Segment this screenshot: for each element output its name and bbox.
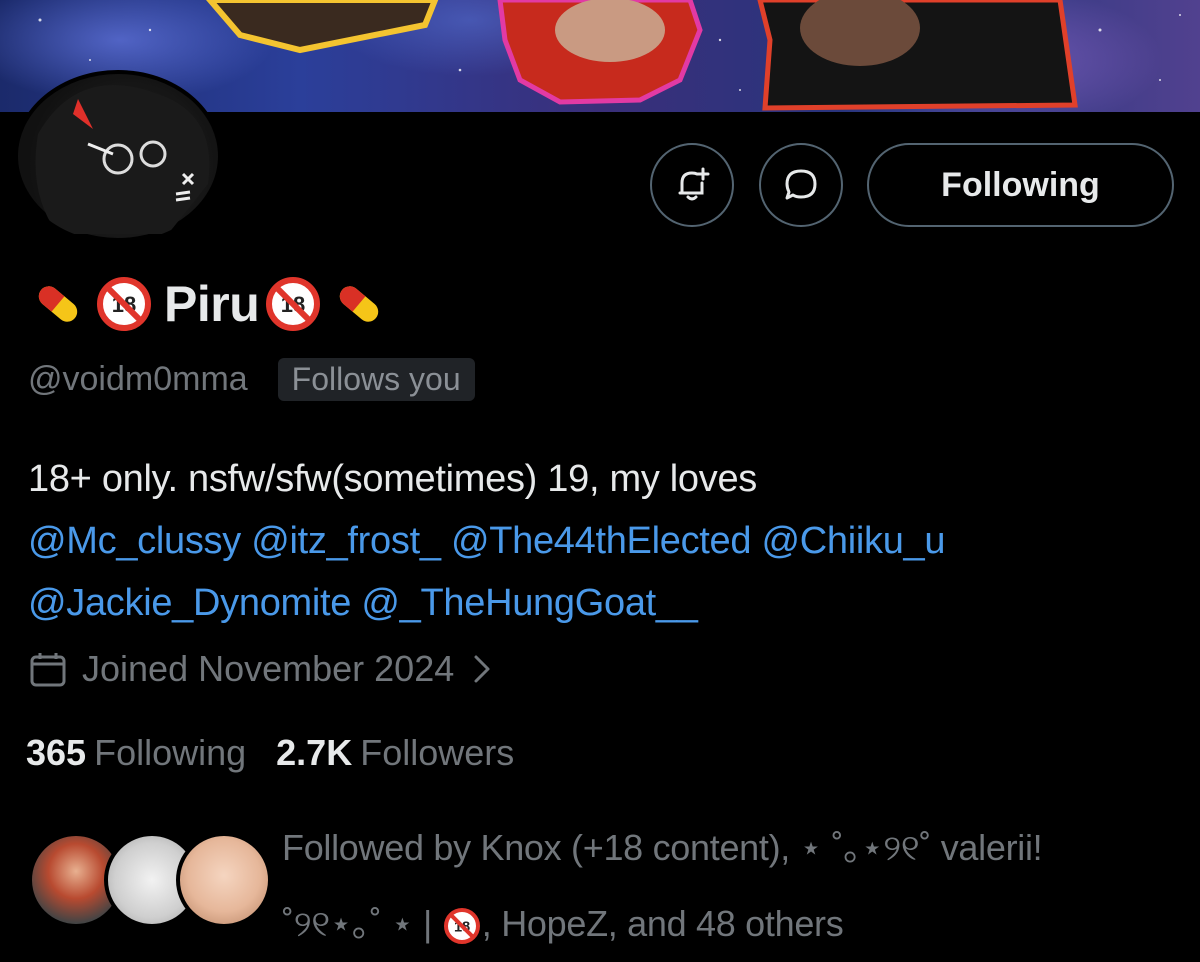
mention-link[interactable]: @Chiiku_u bbox=[761, 520, 945, 562]
chevron-right-icon bbox=[474, 655, 490, 683]
bio-line-1: 18+ only. nsfw/sfw(sometimes) 19, my lov… bbox=[28, 448, 1178, 510]
mention-link[interactable]: @Jackie_Dynomite bbox=[28, 582, 351, 624]
bell-plus-icon bbox=[678, 167, 710, 201]
followed-by-prefix: ˚୨୧⋆｡˚ ⋆ | bbox=[282, 903, 433, 944]
user-handle: @voidm0mma bbox=[28, 360, 248, 398]
bio-line-2: @Mc_clussy @itz_frost_ @The44thElected @… bbox=[28, 510, 1178, 572]
mention-link[interactable]: @itz_frost_ bbox=[251, 520, 441, 562]
following-button[interactable]: Following bbox=[867, 143, 1174, 227]
display-name: Piru bbox=[164, 276, 260, 332]
followers-count-link[interactable]: 2.7K Followers bbox=[276, 732, 514, 774]
pill-icon bbox=[38, 286, 78, 322]
joined-date-text: Joined November 2024 bbox=[82, 648, 455, 689]
pill-icon bbox=[340, 286, 379, 322]
following-count: 365 bbox=[26, 732, 87, 773]
profile-bio: 18+ only. nsfw/sfw(sometimes) 19, my lov… bbox=[28, 448, 1178, 634]
bio-text: 18+ only. nsfw/sfw(sometimes) 19, my lov… bbox=[28, 458, 757, 500]
display-name-row: 18 Piru 18 bbox=[28, 272, 395, 336]
following-count-link[interactable]: 365 Following bbox=[26, 732, 246, 774]
bio-line-3: @Jackie_Dynomite @_TheHungGoat__ bbox=[28, 572, 1178, 634]
calendar-icon bbox=[30, 653, 66, 687]
followed-by-line-2: ˚୨୧⋆｡˚ ⋆ | 18 , HopeZ, and 48 others bbox=[282, 886, 1182, 962]
following-count-label: Following bbox=[94, 732, 247, 773]
followed-by-line-1: Followed by Knox (+18 content), ⋆ ˚｡⋆୨୧˚… bbox=[282, 827, 1043, 868]
avatar-image bbox=[18, 74, 218, 238]
message-button[interactable] bbox=[759, 143, 843, 227]
mention-link[interactable]: @The44thElected bbox=[451, 520, 752, 562]
notifications-button[interactable] bbox=[650, 143, 734, 227]
joined-date-row[interactable]: Joined November 2024 bbox=[28, 648, 512, 690]
no-under-18-icon: 18 bbox=[266, 277, 321, 331]
followed-by-avatars[interactable] bbox=[28, 832, 272, 932]
profile-avatar[interactable] bbox=[14, 70, 222, 242]
no-under-18-icon: 18 bbox=[97, 277, 151, 331]
follows-you-badge: Follows you bbox=[277, 358, 475, 401]
following-button-label: Following bbox=[941, 165, 1100, 204]
follow-counts: 365 Following 2.7K Followers bbox=[26, 732, 514, 774]
followers-count: 2.7K bbox=[276, 732, 353, 773]
followed-by-text[interactable]: Followed by Knox (+18 content), ⋆ ˚｡⋆୨୧˚… bbox=[282, 810, 1182, 962]
mention-link[interactable]: @Mc_clussy bbox=[28, 520, 241, 562]
follower-avatar bbox=[176, 832, 272, 928]
mention-link[interactable]: @_TheHungGoat__ bbox=[361, 582, 697, 624]
no-under-18-icon: 18 bbox=[443, 908, 480, 945]
followers-count-label: Followers bbox=[360, 732, 515, 773]
chat-bubble-icon bbox=[785, 169, 817, 200]
handle-row: @voidm0mma Follows you bbox=[28, 358, 475, 401]
followed-by-suffix: , HopeZ, and 48 others bbox=[481, 903, 844, 944]
